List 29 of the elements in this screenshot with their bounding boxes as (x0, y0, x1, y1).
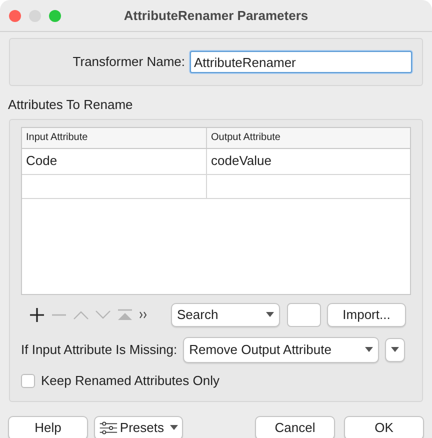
search-dropdown[interactable]: Search (171, 302, 280, 326)
zoom-window-icon[interactable] (49, 10, 61, 22)
options-button[interactable] (385, 338, 406, 362)
ok-button[interactable]: OK (344, 416, 424, 438)
presets-button[interactable]: Presets (94, 416, 183, 438)
caret-icon (391, 347, 400, 352)
help-button[interactable]: Help (8, 416, 88, 438)
double-chevron-icon[interactable] (139, 310, 147, 318)
missing-dropdown[interactable]: Remove Output Attribute (183, 336, 380, 362)
caret-icon (170, 425, 178, 430)
table-cell-text: codeValue (211, 152, 272, 170)
keep-renamed-label: Keep Renamed Attributes Only (41, 372, 220, 390)
transformer-name-field[interactable]: AttributeRenamer (190, 51, 412, 73)
keep-renamed-checkbox[interactable] (21, 374, 35, 388)
column-header[interactable]: Input Attribute (22, 128, 207, 148)
caret-icon (365, 347, 374, 352)
section-title: Attributes To Rename (8, 96, 134, 114)
import-button[interactable]: Import... (327, 302, 406, 326)
value-field[interactable] (287, 302, 321, 326)
cancel-button[interactable]: Cancel (255, 416, 335, 438)
transformer-name-label: Transformer Name: (72, 53, 185, 72)
sliders-icon (99, 420, 118, 434)
window-title: AttributeRenamer Parameters (122, 6, 310, 25)
missing-label: If Input Attribute Is Missing: (21, 340, 178, 359)
close-window-icon[interactable] (9, 10, 21, 22)
plus-icon[interactable] (29, 306, 45, 322)
column-header[interactable]: Output Attribute (207, 128, 410, 148)
caret-icon (266, 312, 274, 317)
table-cell-text: Code (26, 152, 58, 170)
